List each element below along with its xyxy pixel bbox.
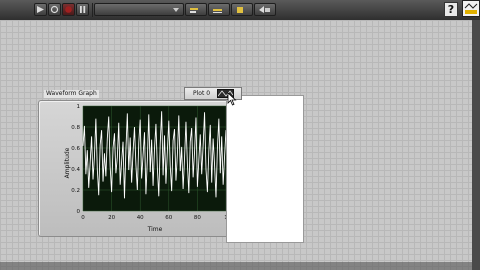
legend-plot-name: Plot 0 (193, 90, 211, 97)
y-axis-label: Amplitude (64, 147, 71, 178)
waveform-graph[interactable]: 00.20.40.60.81 0204060801 Amplitude Time (38, 100, 245, 237)
y-tick-label: 1 (77, 104, 81, 110)
waveform-graph-svg: 00.20.40.60.81 0204060801 Amplitude Time (64, 104, 228, 233)
x-tick-label: 20 (108, 215, 115, 221)
distribute-icon[interactable] (208, 3, 230, 16)
horizontal-scrollbar[interactable] (0, 262, 472, 270)
vi-icon[interactable] (462, 0, 480, 17)
graph-title: Waveform Graph (44, 90, 99, 98)
y-tick-label: 0.8 (71, 125, 80, 131)
toolbar-separator (92, 3, 93, 17)
x-tick-label: 60 (165, 215, 172, 221)
resize-icon[interactable] (231, 3, 253, 16)
y-tick-label: 0.6 (71, 146, 80, 152)
x-tick-label: 40 (137, 215, 144, 221)
plot-legend-popup (226, 95, 304, 243)
abort-icon[interactable] (62, 3, 75, 16)
mouse-cursor-icon (227, 92, 237, 106)
y-tick-label: 0.4 (71, 167, 80, 173)
x-axis-label: Time (147, 226, 163, 233)
pause-icon[interactable] (76, 3, 89, 16)
help-button[interactable]: ? (444, 2, 458, 17)
align-icon[interactable] (185, 3, 207, 16)
vertical-scrollbar[interactable] (472, 20, 480, 270)
run-continuous-icon[interactable] (48, 3, 61, 16)
toolbar: ? (0, 0, 480, 21)
run-arrow-icon[interactable] (34, 3, 47, 16)
x-tick-label: 80 (194, 215, 201, 221)
text-settings-icon[interactable] (94, 3, 184, 16)
reorder-icon[interactable] (254, 3, 276, 16)
y-tick-label: 0.2 (71, 188, 80, 194)
y-tick-label: 0 (77, 209, 81, 215)
x-tick-label: 0 (81, 215, 85, 221)
